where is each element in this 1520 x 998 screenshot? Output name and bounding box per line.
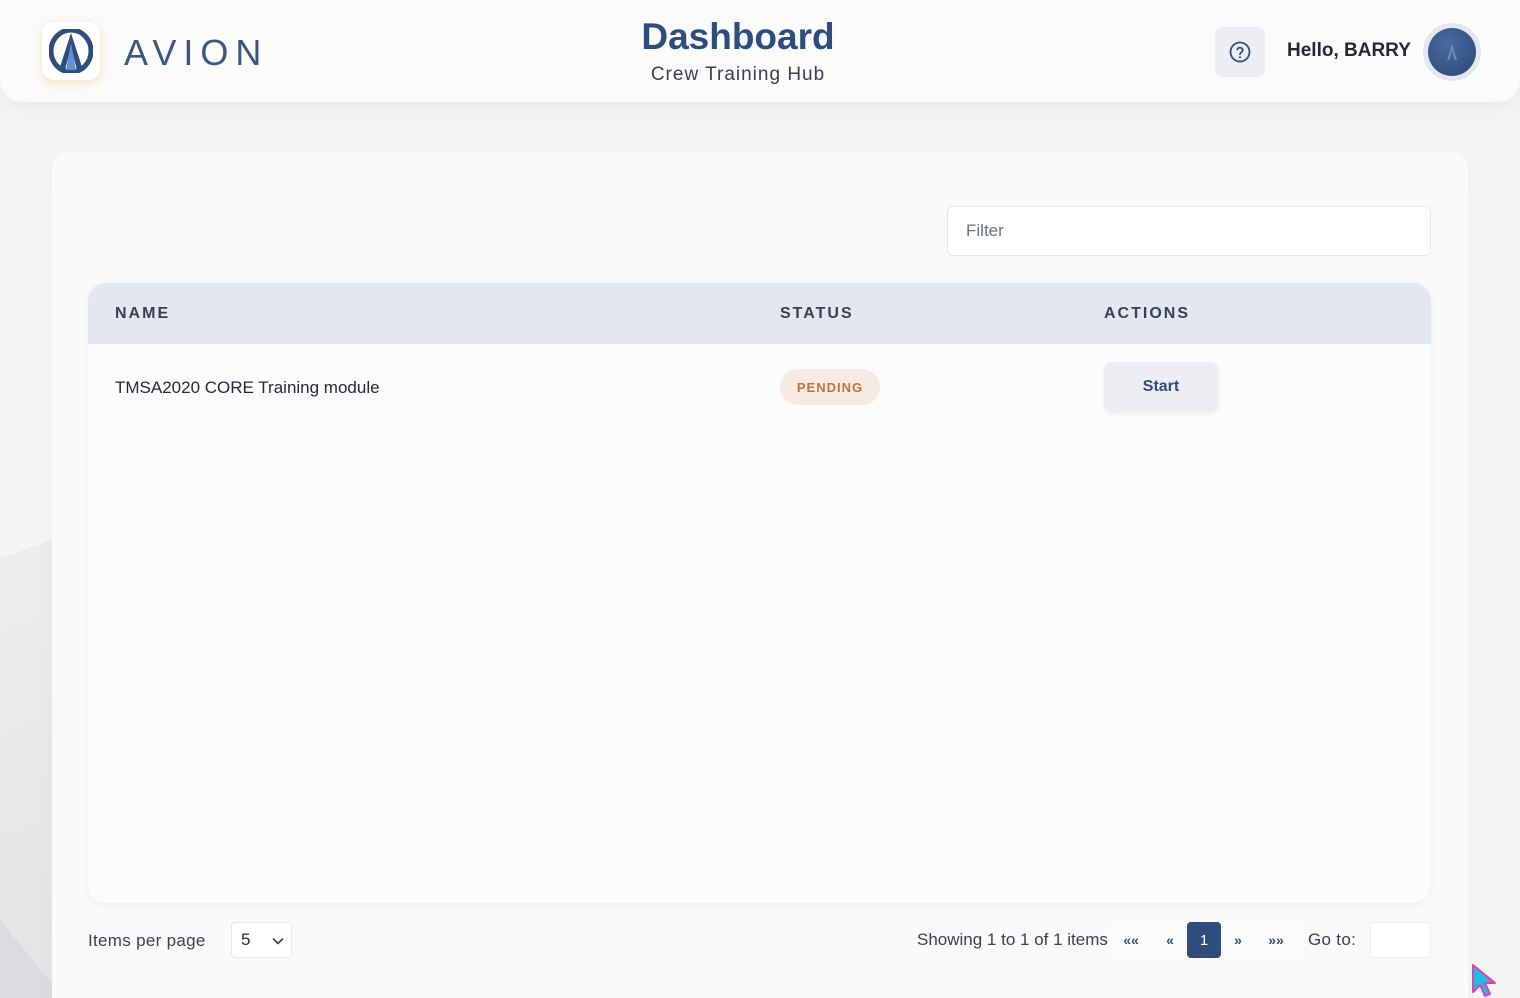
column-header-status[interactable]: STATUS [780,305,854,323]
items-per-page-label: Items per page [88,931,206,950]
previous-page-button[interactable]: « [1153,922,1187,958]
status-badge: PENDING [780,369,880,405]
items-per-page-value: 5 [241,930,251,949]
training-table: NAME STATUS ACTIONS TMSA2020 CORE Traini… [88,283,1431,903]
avatar-logo-icon [1447,44,1457,60]
filter-input[interactable] [947,206,1431,256]
page-1-button[interactable]: 1 [1187,922,1221,958]
first-page-button[interactable]: «« [1114,922,1148,958]
mouse-cursor-icon [1472,964,1496,997]
items-per-page-select[interactable]: 5 [231,922,292,958]
next-page-button[interactable]: » [1221,922,1255,958]
question-circle-icon [1229,41,1251,63]
chevron-down-icon [272,938,284,945]
table-row: TMSA2020 CORE Training module PENDING St… [88,344,1431,430]
help-button[interactable] [1215,27,1265,77]
pagination-summary: Showing 1 to 1 of 1 items [917,930,1108,949]
start-button[interactable]: Start [1104,362,1218,412]
goto-page-input[interactable] [1370,922,1431,958]
top-header: AVION Dashboard Crew Training Hub Hello,… [0,0,1520,102]
user-avatar[interactable] [1428,28,1476,76]
background-shape [0,540,52,998]
training-name: TMSA2020 CORE Training module [115,378,380,397]
user-greeting: Hello, BARRY [1287,40,1411,61]
column-header-actions: ACTIONS [1104,305,1190,322]
goto-label: Go to: [1308,930,1357,949]
column-header-name[interactable]: NAME [115,305,170,323]
table-header-row: NAME STATUS ACTIONS [88,283,1431,344]
last-page-button[interactable]: »» [1259,922,1293,958]
pagination-controls: «« « 1 » »» [1111,922,1299,958]
